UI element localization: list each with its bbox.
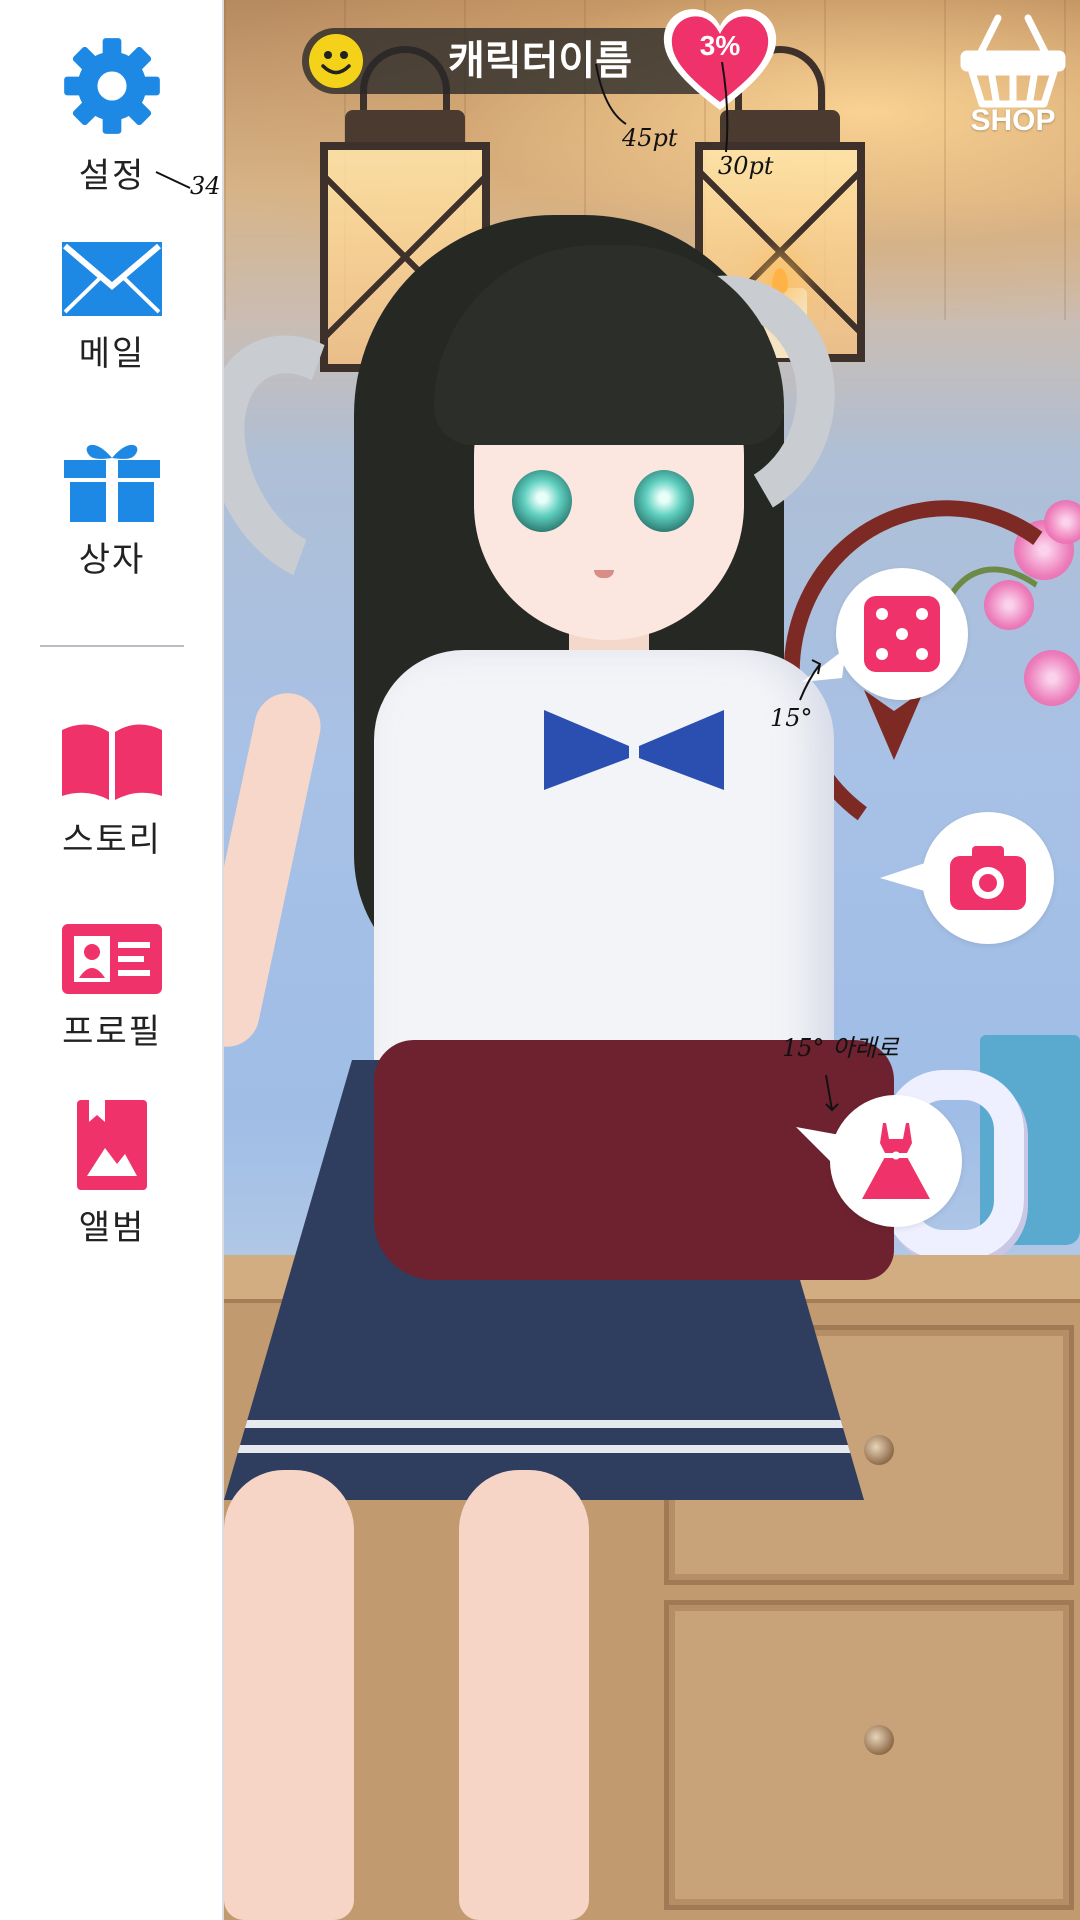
camera-button[interactable] [880,812,1054,944]
shop-button-label[interactable]: SHOP [958,104,1068,138]
open-book-icon [62,724,162,800]
annotation-name-font-size: 45pt [622,124,678,152]
bubble-tail [802,648,846,682]
affection-percent: 3% [699,30,741,61]
bubble-tail [880,862,928,892]
character-eye-right [634,470,694,532]
profile-card-icon [62,924,162,994]
character-bow [544,710,724,800]
bubble-tail [796,1127,840,1167]
dice-icon [864,596,940,672]
character-arm-left [224,687,327,1053]
sidebar-menu: 설정 메일 상자 스토리 프로필 앨범 [0,0,224,1920]
sidebar-item-album[interactable]: 앨범 [0,1100,224,1249]
outfit-button[interactable] [796,1095,962,1227]
skirt-stripe [224,1445,864,1453]
camera-icon [950,846,1026,910]
sidebar-item-box[interactable]: 상자 [0,440,224,581]
mail-icon [62,242,162,316]
dice-button[interactable] [802,568,968,700]
character-leg-right [459,1470,589,1920]
smiley-face-icon [309,34,363,88]
sidebar-item-label: 프로필 [62,1012,162,1052]
skirt-stripe [224,1420,864,1428]
annotation-settings-font-size: 34 [190,172,221,200]
character-eye-left [512,470,572,532]
dress-icon [862,1123,930,1199]
sidebar-divider [40,645,184,647]
character-name: 캐릭터이름 [448,38,632,84]
game-scene[interactable] [224,0,1080,1920]
sidebar-item-label: 메일 [78,334,146,374]
gear-icon [64,38,160,134]
sidebar-item-label: 상자 [78,540,146,580]
annotation-dice-angle: 15° [770,704,813,732]
character-leg-left [224,1470,354,1920]
sidebar-item-mail[interactable]: 메일 [0,242,224,375]
annotation-dress-angle: 15° 아래로 [782,1034,899,1062]
sidebar-item-label: 스토리 [62,820,162,860]
sidebar-item-profile[interactable]: 프로필 [0,924,224,1053]
character-illustration[interactable] [224,0,1080,1920]
gift-box-icon [64,444,160,522]
sidebar-item-label: 앨범 [78,1208,146,1248]
album-icon [77,1100,147,1190]
annotation-heart-font-size: 30pt [718,152,774,180]
sidebar-item-story[interactable]: 스토리 [0,722,224,861]
